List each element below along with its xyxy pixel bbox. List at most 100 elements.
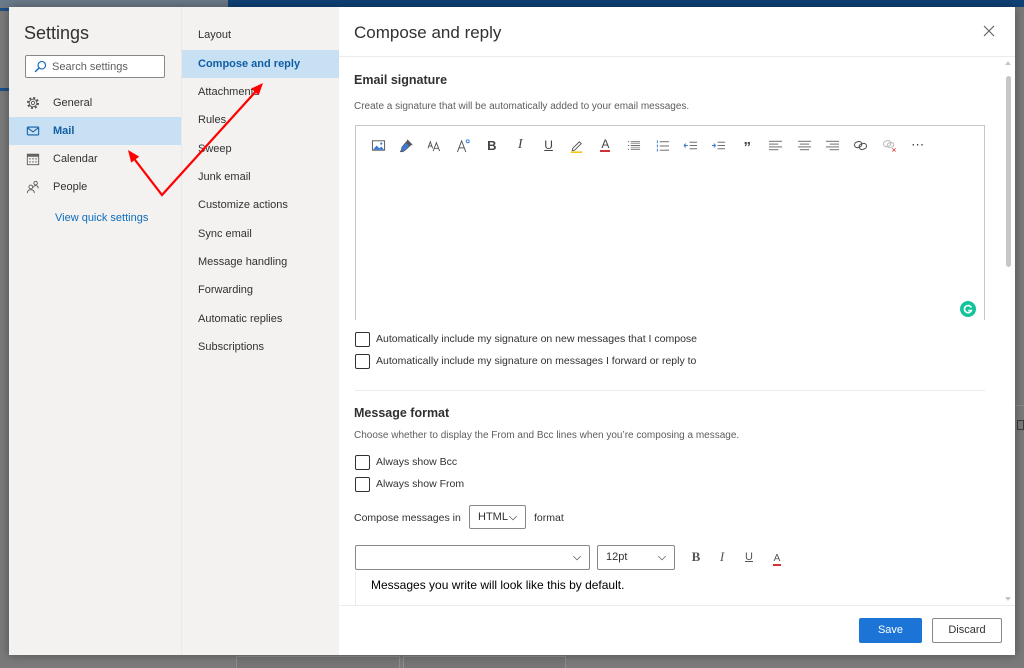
background-header-left [0, 0, 228, 7]
subnav-item-label: Sweep [198, 143, 232, 155]
subnav-item-label: Customize actions [198, 199, 288, 211]
compose-format-dropdown[interactable]: HTML [469, 505, 526, 529]
default-format-preview: Messages you write will look like this b… [355, 572, 985, 605]
panel-title: Compose and reply [354, 23, 502, 42]
background-mark [0, 88, 9, 91]
subnav-item-label: Subscriptions [198, 341, 265, 353]
subnav-item-attachments[interactable]: Attachments [182, 78, 339, 106]
format-painter-icon[interactable] [392, 136, 420, 154]
mail-subnav: Layout Compose and reply Attachments Rul… [181, 7, 339, 655]
default-italic-button[interactable]: I [714, 549, 730, 565]
subnav-item-label: Junk email [198, 171, 251, 183]
font-color-icon[interactable]: A [591, 136, 619, 154]
close-button[interactable] [983, 25, 995, 37]
align-center-icon[interactable] [790, 136, 818, 154]
search-settings-input[interactable] [52, 56, 162, 77]
subnav-item-label: Message handling [198, 256, 288, 268]
chevron-down-icon [657, 555, 667, 561]
font-size-dropdown[interactable]: 12pt [597, 545, 675, 570]
subnav-item-automatic-replies[interactable]: Automatic replies [182, 305, 339, 333]
subnav-item-subscriptions[interactable]: Subscriptions [182, 333, 339, 361]
scroll-down-arrow[interactable] [1005, 597, 1011, 601]
underline-icon[interactable]: U [534, 136, 562, 154]
italic-icon[interactable]: I [506, 136, 534, 154]
subnav-item-layout[interactable]: Layout [182, 21, 339, 49]
auto-signature-new-checkbox[interactable] [355, 332, 370, 347]
subnav-item-junk-email[interactable]: Junk email [182, 163, 339, 191]
subnav-item-label: Sync email [198, 228, 252, 240]
auto-signature-reply-label: Automatically include my signature on me… [376, 355, 697, 367]
calendar-icon [26, 152, 40, 166]
header-divider [339, 56, 1015, 57]
subnav-item-label: Layout [198, 29, 232, 41]
always-show-bcc-checkbox[interactable] [355, 455, 370, 470]
background-panel [403, 656, 566, 668]
subnav-item-rules[interactable]: Rules [182, 106, 339, 134]
nav-item-label: General [53, 97, 93, 109]
nav-item-general[interactable]: General [9, 89, 181, 117]
settings-dialog: Settings General Mail Calendar [9, 7, 1015, 655]
always-show-from-checkbox[interactable] [355, 477, 370, 492]
nav-item-people[interactable]: People [9, 173, 181, 201]
more-icon[interactable]: ⋯ [903, 136, 931, 154]
bullets-icon[interactable] [620, 136, 648, 154]
font-family-dropdown[interactable] [355, 545, 590, 570]
unlink-icon [875, 136, 903, 154]
always-show-bcc-label: Always show Bcc [376, 456, 458, 468]
image-icon[interactable] [364, 136, 392, 154]
subnav-item-message-handling[interactable]: Message handling [182, 248, 339, 276]
mail-icon [26, 124, 40, 138]
align-right-icon[interactable] [818, 136, 846, 154]
subnav-item-forwarding[interactable]: Forwarding [182, 276, 339, 304]
compose-format-prefix: Compose messages in [354, 512, 461, 524]
view-quick-settings-link[interactable]: View quick settings [55, 204, 148, 232]
font-size-value: 12pt [606, 551, 628, 563]
quote-icon[interactable]: ” [733, 136, 761, 156]
scroll-up-arrow[interactable] [1005, 61, 1011, 65]
background-grid-icon [1017, 420, 1024, 430]
background-app-header [228, 0, 1024, 7]
discard-button[interactable]: Discard [932, 618, 1002, 643]
highlight-icon[interactable] [563, 136, 591, 154]
section-divider [355, 390, 985, 391]
search-settings-box[interactable] [25, 55, 165, 78]
compose-format-value: HTML [478, 511, 508, 523]
subnav-item-label: Forwarding [198, 284, 254, 296]
scrollbar-thumb[interactable] [1006, 76, 1011, 267]
nav-item-label: Calendar [53, 153, 98, 165]
dialog-footer: Save Discard [339, 605, 1015, 655]
nav-item-mail[interactable]: Mail [9, 117, 181, 145]
link-icon[interactable] [847, 136, 875, 154]
subnav-item-compose-and-reply[interactable]: Compose and reply [182, 50, 339, 78]
subnav-item-sync-email[interactable]: Sync email [182, 220, 339, 248]
font-size-icon[interactable] [421, 136, 449, 154]
signature-editor: B I U A ” ⋯ [355, 125, 985, 320]
close-icon [983, 25, 995, 37]
search-icon [34, 60, 47, 73]
align-left-icon[interactable] [761, 136, 789, 154]
default-font-color-button[interactable]: A [769, 549, 785, 566]
compose-format-suffix: format [534, 512, 564, 524]
font-color-glyph: A [600, 136, 611, 152]
settings-title: Settings [24, 23, 90, 43]
grow-font-icon[interactable] [449, 136, 477, 154]
settings-nav: Settings General Mail Calendar [9, 7, 181, 655]
subnav-item-sweep[interactable]: Sweep [182, 135, 339, 163]
auto-signature-new-label: Automatically include my signature on ne… [376, 333, 697, 345]
auto-signature-reply-checkbox[interactable] [355, 354, 370, 369]
font-color-glyph: A [772, 553, 782, 566]
nav-item-calendar[interactable]: Calendar [9, 145, 181, 173]
chevron-down-icon [508, 515, 518, 521]
grammarly-icon[interactable] [960, 301, 976, 317]
signature-editor-body[interactable] [364, 162, 976, 312]
decrease-indent-icon[interactable] [676, 136, 704, 154]
increase-indent-icon[interactable] [705, 136, 733, 154]
bold-icon[interactable]: B [478, 136, 506, 154]
numbering-icon[interactable] [648, 136, 676, 154]
subnav-item-customize-actions[interactable]: Customize actions [182, 191, 339, 219]
compose-reply-panel: Compose and reply Email signature Create… [339, 7, 1015, 655]
save-button[interactable]: Save [859, 618, 922, 643]
preview-text: Messages you write will look like this b… [371, 578, 625, 592]
default-underline-button[interactable]: U [741, 549, 757, 565]
default-bold-button[interactable]: B [688, 549, 704, 565]
